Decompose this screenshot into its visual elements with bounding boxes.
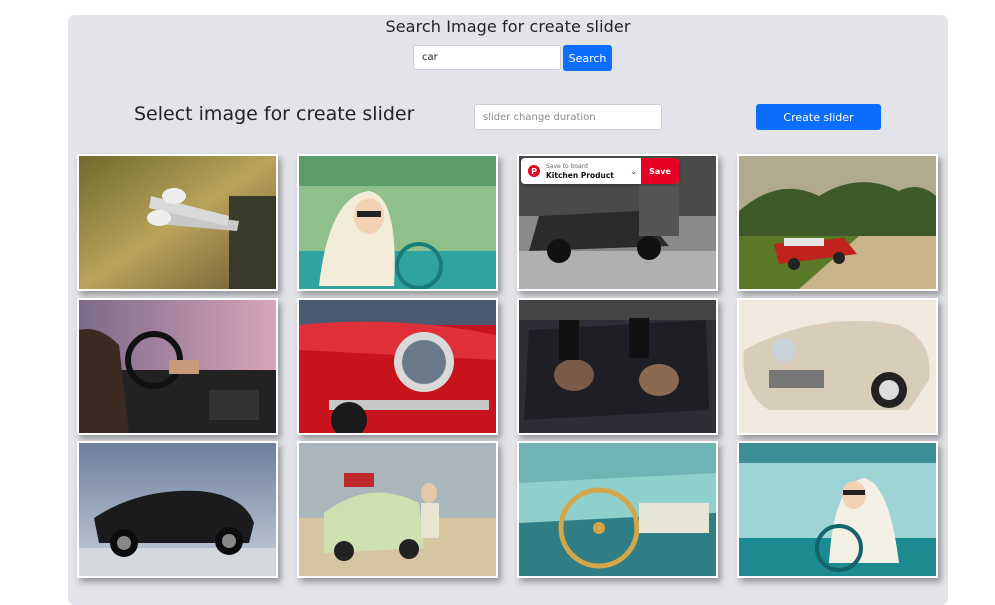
gallery-image[interactable] [299,443,496,576]
image-card[interactable] [737,441,938,578]
image-card[interactable]: P Save to board Kitchen Product ⌄ Save [517,154,718,291]
gallery-image[interactable] [299,300,496,433]
search-input[interactable] [413,45,561,70]
image-card[interactable] [737,154,938,291]
gallery-image[interactable] [79,443,276,576]
pinterest-icon: P [528,165,540,177]
select-image-title: Select image for create slider [134,103,415,125]
gallery-image[interactable] [739,300,936,433]
gallery-image[interactable] [739,443,936,576]
save-to-board-label: Save to board [546,163,588,170]
image-card[interactable] [517,441,718,578]
pinterest-save-button[interactable]: Save [641,158,679,184]
image-card[interactable] [297,298,498,435]
create-slider-button[interactable]: Create slider [756,104,881,130]
search-title: Search Image for create slider [385,17,631,36]
gallery-image[interactable] [299,156,496,289]
image-card[interactable] [77,298,278,435]
image-card[interactable] [297,441,498,578]
gallery-image[interactable] [519,443,716,576]
image-card[interactable] [297,154,498,291]
pinterest-save-widget: P Save to board Kitchen Product ⌄ Save [521,158,679,184]
gallery-image[interactable] [739,156,936,289]
board-select[interactable]: Kitchen Product [546,171,614,180]
image-card[interactable] [517,298,718,435]
gallery-image[interactable] [519,300,716,433]
slider-duration-input[interactable] [474,104,662,130]
gallery-image[interactable] [79,156,276,289]
chevron-down-icon[interactable]: ⌄ [630,167,637,176]
search-button[interactable]: Search [563,45,612,71]
image-card[interactable] [737,298,938,435]
gallery-image[interactable] [79,300,276,433]
image-card[interactable] [77,441,278,578]
image-card[interactable] [77,154,278,291]
